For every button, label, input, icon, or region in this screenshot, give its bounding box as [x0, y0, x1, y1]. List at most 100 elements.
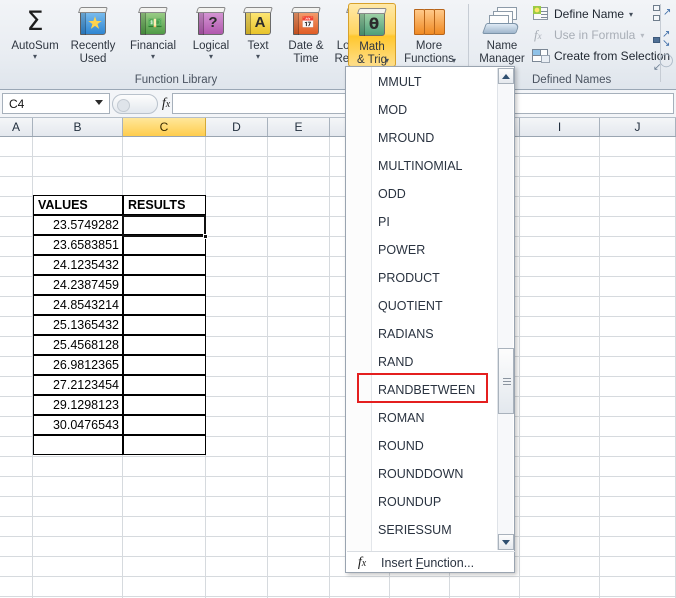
book-theta-icon: θ: [357, 6, 387, 40]
table-row[interactable]: 23.5749282: [33, 215, 123, 235]
financial-button[interactable]: 💵 Financial ▾: [122, 2, 184, 68]
table-row[interactable]: [123, 395, 206, 415]
table-row[interactable]: 29.1298123: [33, 395, 123, 415]
table-row[interactable]: [123, 235, 206, 255]
table-row[interactable]: 24.8543214: [33, 295, 123, 315]
table-row[interactable]: 24.1235432: [33, 255, 123, 275]
name-manager-label: Name Manager: [479, 40, 524, 65]
autosum-button[interactable]: Σ AutoSum ▾: [4, 2, 66, 68]
insert-function-icon[interactable]: fx: [162, 96, 170, 112]
menu-item-rand[interactable]: RAND: [347, 348, 499, 376]
table-row[interactable]: [123, 295, 206, 315]
scroll-up-button[interactable]: [498, 68, 514, 84]
chevron-down-icon[interactable]: ▾: [452, 56, 456, 65]
more-functions-label: More Functions: [404, 40, 454, 65]
logical-button[interactable]: ? Logical ▾: [180, 2, 242, 68]
table-row[interactable]: [123, 355, 206, 375]
menu-scrollbar[interactable]: [497, 68, 513, 550]
menu-item-quotient[interactable]: QUOTIENT: [347, 292, 499, 320]
books-stack-icon: [413, 5, 445, 39]
date-time-button[interactable]: 📅 Date & Time: [280, 2, 332, 68]
menu-item-product[interactable]: PRODUCT: [347, 264, 499, 292]
cancel-enter-group-icon[interactable]: [112, 94, 158, 114]
recently-used-label: Recently Used: [71, 40, 116, 65]
chevron-down-icon[interactable]: [95, 100, 103, 105]
column-header-e[interactable]: E: [268, 118, 330, 136]
scroll-down-button[interactable]: [498, 534, 514, 550]
chevron-down-icon[interactable]: ▾: [640, 31, 644, 40]
chevron-down-icon[interactable]: ▾: [256, 53, 260, 61]
fx-icon: fx: [347, 555, 377, 571]
name-manager-icon: [484, 5, 520, 39]
chevron-down-icon[interactable]: ▾: [385, 56, 389, 65]
menu-item-roundup[interactable]: ROUNDUP: [347, 488, 499, 516]
trace-precedents-icon[interactable]: ↗: [651, 2, 675, 28]
table-row[interactable]: 23.6583851: [33, 235, 123, 255]
table-header-values[interactable]: VALUES: [33, 195, 123, 215]
formula-bar-buttons: fx: [110, 93, 172, 115]
table-row[interactable]: [123, 255, 206, 275]
table-row[interactable]: 25.4568128: [33, 335, 123, 355]
table-row[interactable]: [123, 435, 206, 455]
insert-function-menu-item[interactable]: fx Insert Function...: [347, 552, 515, 573]
book-calendar-icon: 📅: [291, 5, 321, 39]
column-header-b[interactable]: B: [33, 118, 123, 136]
use-in-formula-label: Use in Formula: [554, 28, 635, 42]
recently-used-button[interactable]: ★ Recently Used: [62, 2, 124, 68]
table-row[interactable]: 27.2123454: [33, 375, 123, 395]
menu-item-power[interactable]: POWER: [347, 236, 499, 264]
menu-item-randbetween[interactable]: RANDBETWEEN: [347, 376, 499, 404]
column-header-d[interactable]: D: [206, 118, 268, 136]
table-row[interactable]: [123, 315, 206, 335]
fill-handle[interactable]: [203, 234, 208, 239]
menu-item-list[interactable]: MMULTMODMROUNDMULTINOMIALODDPIPOWERPRODU…: [347, 68, 499, 550]
column-header-j[interactable]: J: [600, 118, 676, 136]
chevron-down-icon[interactable]: ▾: [33, 53, 37, 61]
table-row[interactable]: [33, 435, 123, 455]
menu-item-mod[interactable]: MOD: [347, 96, 499, 124]
menu-item-mmult[interactable]: MMULT: [347, 68, 499, 96]
define-name-label: Define Name: [554, 7, 624, 21]
trace-dependents-icon[interactable]: ↗ ↘: [651, 28, 675, 54]
table-row[interactable]: 24.2387459: [33, 275, 123, 295]
autosum-label: AutoSum: [11, 40, 58, 53]
use-in-formula-button[interactable]: fx Use in Formula ▾: [532, 25, 644, 45]
menu-item-multinomial[interactable]: MULTINOMIAL: [347, 152, 499, 180]
table-row[interactable]: [123, 415, 206, 435]
scrollbar-thumb[interactable]: [498, 348, 514, 414]
chevron-down-icon[interactable]: ▾: [151, 53, 155, 61]
name-box-value: C4: [9, 97, 24, 111]
chevron-down-icon[interactable]: ▾: [209, 53, 213, 61]
menu-item-radians[interactable]: RADIANS: [347, 320, 499, 348]
define-name-button[interactable]: Define Name ▾: [532, 4, 633, 24]
more-functions-button[interactable]: More Functions: [398, 2, 460, 68]
create-from-selection-button[interactable]: Create from Selection: [532, 46, 670, 66]
name-manager-button[interactable]: Name Manager: [472, 2, 532, 68]
menu-item-pi[interactable]: PI: [347, 208, 499, 236]
table-header-results[interactable]: RESULTS: [123, 195, 206, 215]
menu-item-rounddown[interactable]: ROUNDDOWN: [347, 460, 499, 488]
table-row[interactable]: [123, 275, 206, 295]
table-row[interactable]: [123, 215, 206, 235]
text-button[interactable]: A Text ▾: [234, 2, 282, 68]
column-header-i[interactable]: I: [520, 118, 600, 136]
menu-item-sign[interactable]: SIGN: [347, 544, 499, 550]
table-row[interactable]: 30.0476543: [33, 415, 123, 435]
sigma-icon: Σ: [26, 5, 43, 39]
grid-body[interactable]: VALUESRESULTS23.574928223.658385124.1235…: [0, 137, 676, 598]
table-row[interactable]: [123, 335, 206, 355]
menu-item-seriessum[interactable]: SERIESSUM: [347, 516, 499, 544]
name-box[interactable]: C4: [2, 93, 110, 114]
column-header-a[interactable]: A: [0, 118, 33, 136]
logical-label: Logical: [193, 40, 229, 53]
menu-item-roman[interactable]: ROMAN: [347, 404, 499, 432]
column-header-c[interactable]: C: [123, 118, 206, 136]
table-row[interactable]: 26.9812365: [33, 355, 123, 375]
remove-arrows-icon[interactable]: ↙ ◯: [651, 54, 675, 80]
table-row[interactable]: [123, 375, 206, 395]
menu-item-mround[interactable]: MROUND: [347, 124, 499, 152]
menu-item-round[interactable]: ROUND: [347, 432, 499, 460]
menu-item-odd[interactable]: ODD: [347, 180, 499, 208]
table-row[interactable]: 25.1365432: [33, 315, 123, 335]
chevron-down-icon[interactable]: ▾: [629, 10, 633, 19]
